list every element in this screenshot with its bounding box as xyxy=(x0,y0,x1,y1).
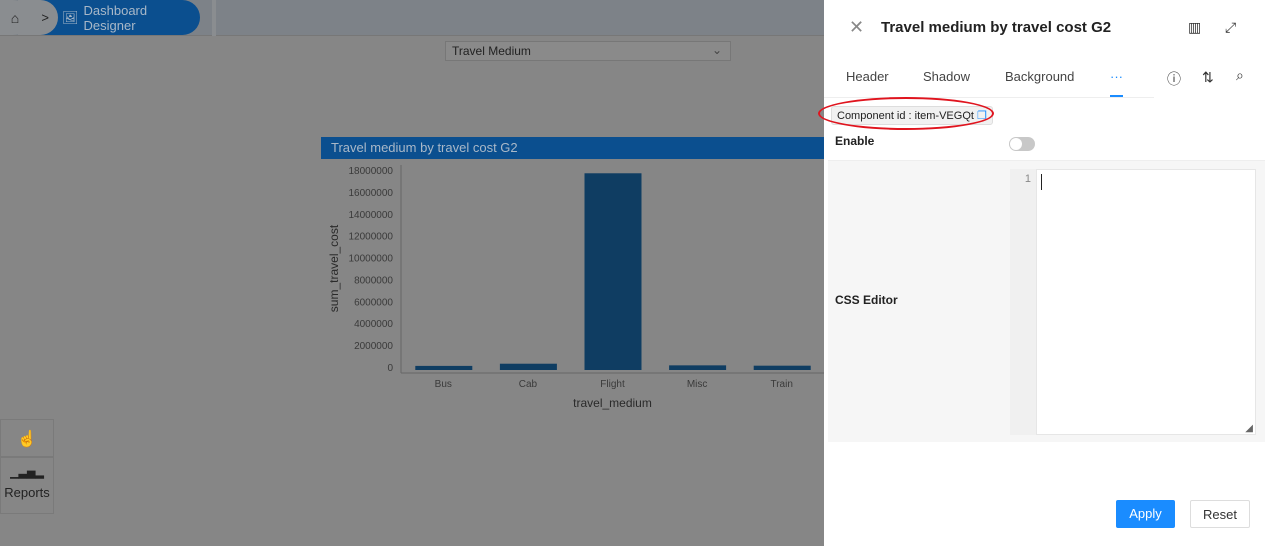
layout-icon[interactable]: ▥ xyxy=(1188,19,1201,36)
x-axis-label: travel_medium xyxy=(573,396,652,410)
sort-icon[interactable]: ⇅ xyxy=(1202,69,1214,86)
tab-shadow[interactable]: Shadow xyxy=(923,69,970,84)
x-tick-label: Bus xyxy=(435,379,452,390)
widget-title[interactable]: Travel medium by travel cost G2 xyxy=(321,137,824,159)
text-cursor xyxy=(1041,174,1042,190)
help-icon[interactable]: ⓘ xyxy=(1167,69,1181,89)
panel-tabs: Header Shadow Background ··· xyxy=(824,58,1154,98)
reports-button[interactable]: ▁▃▅▂ Reports xyxy=(0,457,54,514)
bar-misc[interactable] xyxy=(669,365,727,370)
home-icon: ⌂ xyxy=(10,9,20,26)
highlight-annotation xyxy=(818,97,994,130)
interaction-tool-button[interactable]: ☝ xyxy=(0,419,54,457)
css-editor-label: CSS Editor xyxy=(835,293,898,307)
bar-chart: 0 2000000 4000000 6000000 8000000 10000000 120… xyxy=(327,165,824,410)
properties-panel: ✕ Travel medium by travel cost G2 ▥ ⤢ He… xyxy=(824,0,1267,546)
search-icon[interactable]: ⌕ xyxy=(1236,67,1244,84)
x-tick-label: Cab xyxy=(519,379,538,390)
image-icon: 🖼 xyxy=(62,9,79,25)
y-tick-label: 10000000 xyxy=(349,254,394,265)
x-tick-label: Misc xyxy=(687,379,708,390)
panel-title: Travel medium by travel cost G2 xyxy=(881,19,1112,36)
y-tick-label: 2000000 xyxy=(354,341,393,352)
x-tick-label: Train xyxy=(770,379,792,390)
chevron-right-icon: > xyxy=(41,10,49,25)
css-editor-input[interactable]: ◢ xyxy=(1036,169,1256,435)
y-tick-label: 6000000 xyxy=(354,297,393,308)
expand-icon[interactable]: ⤢ xyxy=(1225,19,1236,36)
x-tick-label: Flight xyxy=(600,379,625,390)
y-tick-label: 0 xyxy=(387,363,393,374)
tab-more[interactable]: ··· xyxy=(1110,69,1123,97)
bar-train[interactable] xyxy=(753,365,811,370)
enable-label: Enable xyxy=(835,134,875,148)
y-tick-label: 18000000 xyxy=(349,166,394,177)
breadcrumb-label: Dashboard Designer xyxy=(83,2,148,33)
enable-toggle[interactable] xyxy=(1009,137,1035,151)
y-tick-label: 8000000 xyxy=(354,275,393,286)
resize-handle-icon[interactable]: ◢ xyxy=(1245,423,1253,434)
y-axis-label: sum_travel_cost xyxy=(327,224,341,312)
apply-button[interactable]: Apply xyxy=(1116,500,1175,528)
reports-label: Reports xyxy=(4,485,50,500)
y-tick-label: 16000000 xyxy=(349,188,394,199)
tab-header[interactable]: Header xyxy=(846,69,889,84)
bar-cab[interactable] xyxy=(499,363,557,370)
line-number: 1 xyxy=(1010,169,1036,435)
y-tick-label: 4000000 xyxy=(354,319,393,330)
tab-background[interactable]: Background xyxy=(1005,69,1074,84)
travel-medium-filter[interactable]: Travel Medium ⌄ xyxy=(445,41,731,61)
filter-value: Travel Medium xyxy=(452,44,531,58)
css-editor-row: CSS Editor 1 ◢ xyxy=(828,160,1265,442)
y-tick-label: 12000000 xyxy=(349,232,394,243)
bar-flight[interactable] xyxy=(584,173,642,370)
breadcrumb-dashboard-designer[interactable]: 🖼 Dashboard Designer xyxy=(40,0,200,35)
bar-bus[interactable] xyxy=(415,365,473,370)
divider xyxy=(212,0,216,36)
bar-chart-icon: ▁▃▅▂ xyxy=(10,467,44,479)
chevron-down-icon: ⌄ xyxy=(711,43,722,57)
close-icon[interactable]: ✕ xyxy=(849,17,864,38)
y-tick-label: 14000000 xyxy=(349,210,394,221)
hand-pointer-icon: ☝ xyxy=(17,431,37,448)
top-bar: ⌂ > 🖼 Dashboard Designer xyxy=(0,0,824,36)
reset-button[interactable]: Reset xyxy=(1190,500,1250,528)
